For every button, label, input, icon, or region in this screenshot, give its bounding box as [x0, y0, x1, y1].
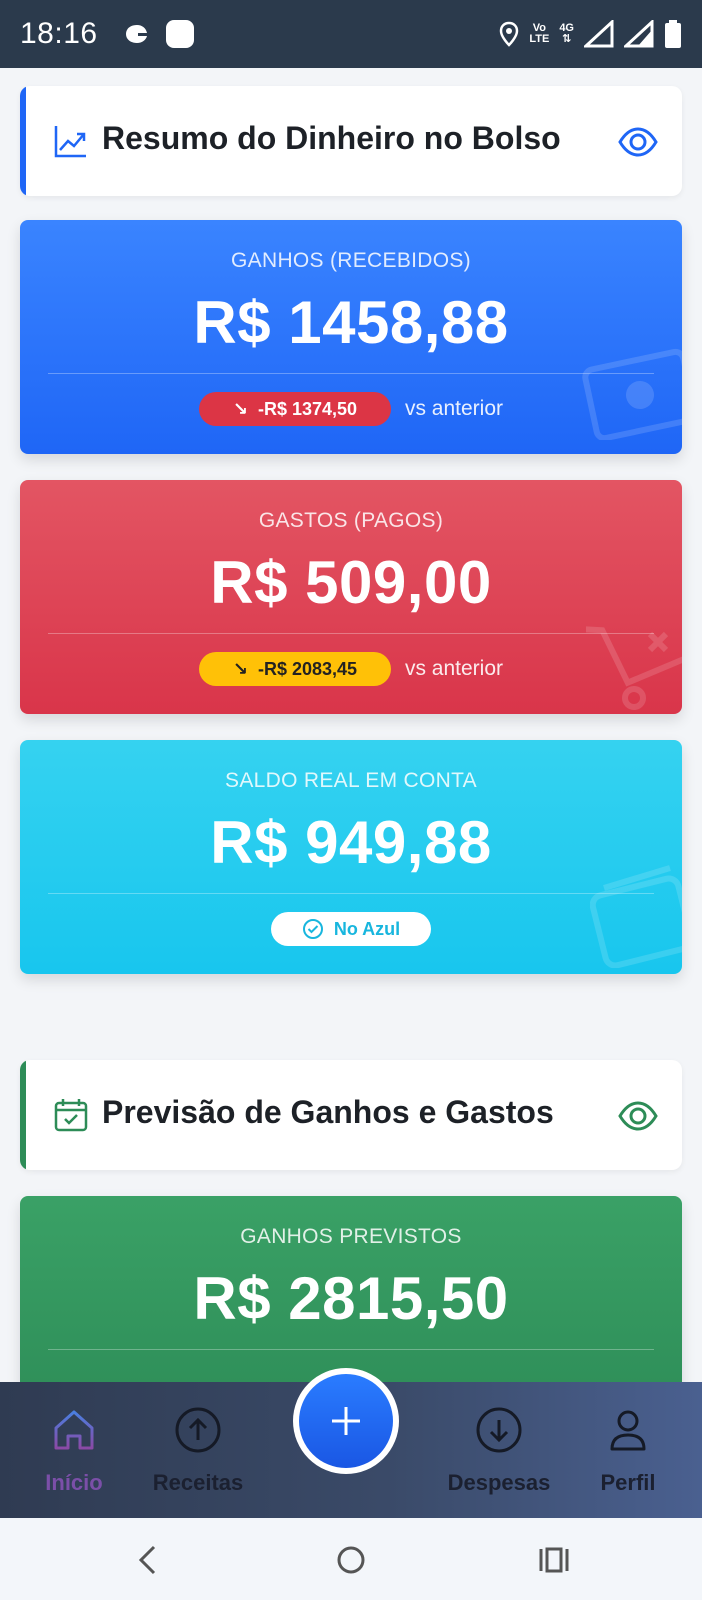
volte-indicator: Vo LTE [529, 23, 549, 45]
notification-badge-icon [166, 20, 194, 48]
trend-down-icon: ↘ [232, 658, 248, 679]
card-value: R$ 509,00 [210, 549, 492, 616]
forecast-income-card[interactable]: GANHOS PREVISTOS R$ 2815,50 [20, 1196, 682, 1382]
nav-item-despesas[interactable]: Despesas [442, 1382, 556, 1518]
app-screen: 18:16 Vo LTE 4G ⇅ Resumo do Dinheiro no … [0, 0, 702, 1600]
card-footer: ↘ -R$ 2083,45 vs anterior [20, 652, 682, 686]
plus-icon [332, 1407, 360, 1435]
nav-label: Perfil [600, 1470, 656, 1495]
compare-text: vs anterior [404, 397, 504, 420]
signal-icon-2 [624, 20, 654, 48]
card-divider [48, 633, 654, 634]
nav-label: Início [45, 1470, 103, 1495]
recents-icon[interactable] [532, 1538, 576, 1582]
arrow-up-circle-icon [175, 1407, 221, 1453]
check-circle-icon [302, 919, 323, 939]
eye-icon[interactable] [618, 122, 658, 162]
nav-item-perfil[interactable]: Perfil [590, 1382, 666, 1518]
change-value: -R$ 1374,50 [257, 398, 358, 419]
location-icon [500, 21, 519, 47]
section-title: Resumo do Dinheiro no Bolso [102, 120, 561, 156]
card-label: SALDO REAL EM CONTA [225, 769, 477, 792]
calendar-check-icon [54, 1099, 88, 1132]
system-navigation-bar [0, 1518, 702, 1600]
status-time: 18:16 [20, 17, 98, 50]
card-value: R$ 1458,88 [193, 289, 509, 356]
summary-section-header: Resumo do Dinheiro no Bolso [20, 86, 682, 196]
card-footer: ↘ -R$ 1374,50 vs anterior [20, 392, 682, 426]
home-circle-icon[interactable] [329, 1538, 373, 1582]
card-divider [48, 1349, 654, 1350]
home-icon [54, 1410, 94, 1450]
signal-icon [584, 20, 614, 48]
nav-item-receitas[interactable]: Receitas [148, 1382, 248, 1518]
forecast-section-header: Previsão de Ganhos e Gastos [20, 1060, 682, 1170]
card-label: GASTOS (PAGOS) [258, 509, 444, 532]
change-badge: ↘ -R$ 2083,45 [198, 652, 391, 686]
card-value: R$ 2815,50 [193, 1265, 509, 1332]
network-type: 4G ⇅ [559, 23, 574, 45]
change-badge: ↘ -R$ 1374,50 [198, 392, 391, 426]
data-arrows-icon: ⇅ [562, 33, 572, 45]
nav-item-inicio[interactable]: Início [36, 1382, 112, 1518]
section-title: Previsão de Ganhos e Gastos [102, 1094, 554, 1130]
system-status-icons: Vo LTE 4G ⇅ [499, 18, 682, 50]
card-label: GANHOS (RECEBIDOS) [231, 249, 471, 272]
card-footer: No Azul [20, 912, 682, 946]
change-value: -R$ 2083,45 [257, 658, 358, 679]
status-bar: 18:16 Vo LTE 4G ⇅ [0, 0, 702, 68]
arrow-down-circle-icon [476, 1407, 522, 1453]
accent-bar [20, 1060, 26, 1170]
status-text: No Azul [333, 918, 401, 939]
trending-up-icon [54, 126, 86, 158]
volte-bottom-text: LTE [529, 33, 550, 45]
card-value: R$ 949,88 [210, 809, 492, 876]
fab-inner [299, 1374, 393, 1468]
balance-card[interactable]: SALDO REAL EM CONTA R$ 949,88 No Azul [20, 740, 682, 974]
card-label: GANHOS PREVISTOS [240, 1225, 462, 1248]
back-icon[interactable] [126, 1538, 170, 1582]
nav-label: Despesas [447, 1470, 551, 1495]
accent-bar [20, 86, 26, 196]
main-content[interactable]: Resumo do Dinheiro no Bolso GANHOS (RECE… [0, 68, 702, 1382]
compare-text: vs anterior [404, 657, 504, 680]
eye-icon[interactable] [618, 1096, 658, 1136]
trend-down-icon: ↘ [232, 398, 248, 419]
nav-label: Receitas [152, 1470, 244, 1495]
card-divider [48, 893, 654, 894]
add-transaction-button[interactable] [293, 1368, 399, 1474]
battery-icon [665, 20, 681, 48]
expenses-card[interactable]: GASTOS (PAGOS) R$ 509,00 ↘ -R$ 2083,45 v… [20, 480, 682, 714]
card-divider [48, 373, 654, 374]
notification-app-icon [126, 25, 147, 43]
status-badge: No Azul [271, 912, 431, 946]
income-card[interactable]: GANHOS (RECEBIDOS) R$ 1458,88 ↘ -R$ 1374… [20, 220, 682, 454]
user-icon [610, 1410, 646, 1451]
